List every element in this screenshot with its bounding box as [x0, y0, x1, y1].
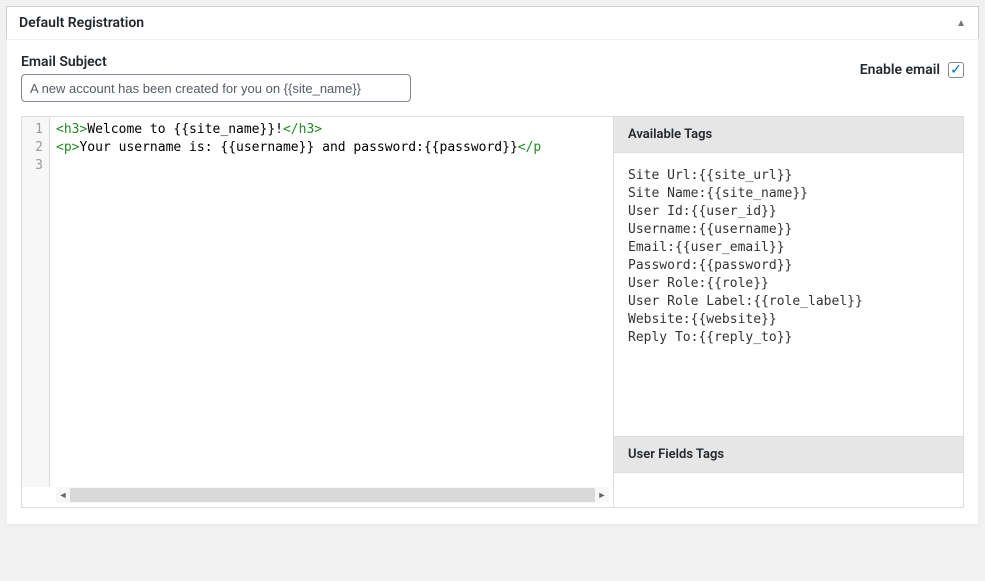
- editor-row: 1 2 3 <h3>Welcome to {{site_name}}!</h3>…: [21, 116, 964, 508]
- subject-left: Email Subject: [21, 54, 411, 102]
- tag-item[interactable]: Email:{{user_email}}: [628, 239, 949, 257]
- settings-panel: Default Registration ▲ Email Subject Ena…: [6, 6, 979, 525]
- code-content[interactable]: <h3>Welcome to {{site_name}}!</h3> <p>Yo…: [50, 117, 613, 487]
- subject-row: Email Subject Enable email ✓: [21, 54, 964, 102]
- email-subject-input[interactable]: [21, 74, 411, 102]
- available-tags-header: Available Tags: [614, 117, 963, 153]
- tag-item[interactable]: Website:{{website}}: [628, 311, 949, 329]
- tag-item[interactable]: Username:{{username}}: [628, 221, 949, 239]
- enable-email-label: Enable email: [860, 62, 940, 78]
- panel-header[interactable]: Default Registration ▲: [7, 7, 978, 40]
- user-fields-tags-header: User Fields Tags: [614, 436, 963, 473]
- scroll-left-icon[interactable]: ◄: [56, 488, 70, 502]
- enable-email-checkbox[interactable]: ✓: [948, 62, 964, 78]
- panel-body: Email Subject Enable email ✓ 1 2 3 <h3>W…: [6, 39, 979, 525]
- tag-item[interactable]: Password:{{password}}: [628, 257, 949, 275]
- enable-email-group: Enable email ✓: [860, 54, 964, 78]
- available-tags-list: Site Url:{{site_url}}Site Name:{{site_na…: [614, 153, 963, 436]
- tag-item[interactable]: User Role:{{role}}: [628, 275, 949, 293]
- email-subject-label: Email Subject: [21, 54, 411, 70]
- collapse-icon[interactable]: ▲: [956, 18, 966, 29]
- code-editor[interactable]: 1 2 3 <h3>Welcome to {{site_name}}!</h3>…: [22, 117, 613, 507]
- panel-title: Default Registration: [19, 15, 144, 31]
- horizontal-scrollbar[interactable]: ◄ ►: [56, 487, 609, 503]
- tag-item[interactable]: Site Name:{{site_name}}: [628, 185, 949, 203]
- user-fields-tags-body: [614, 473, 963, 507]
- tag-item[interactable]: Site Url:{{site_url}}: [628, 167, 949, 185]
- tag-item[interactable]: User Id:{{user_id}}: [628, 203, 949, 221]
- check-icon: ✓: [950, 63, 962, 77]
- tag-item[interactable]: User Role Label:{{role_label}}: [628, 293, 949, 311]
- tag-item[interactable]: Reply To:{{reply_to}}: [628, 329, 949, 347]
- scroll-track[interactable]: [70, 488, 595, 502]
- scroll-right-icon[interactable]: ►: [595, 488, 609, 502]
- line-gutter: 1 2 3: [22, 117, 50, 487]
- tags-sidebar: Available Tags Site Url:{{site_url}}Site…: [613, 117, 963, 507]
